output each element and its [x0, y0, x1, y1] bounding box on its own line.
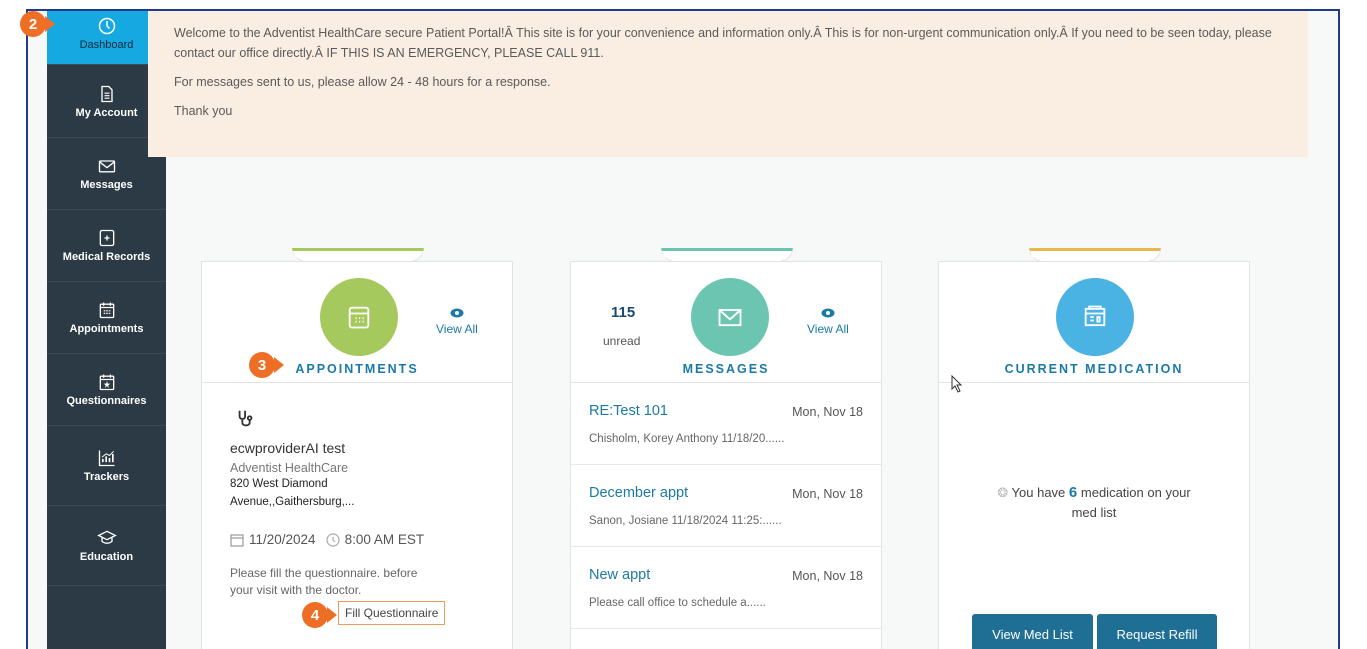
- appointment-note-line2: your visit with the doctor.: [230, 583, 362, 597]
- card-divider: [202, 382, 512, 383]
- sidebar-item-questionnaires[interactable]: Questionnaires: [47, 354, 166, 426]
- callout-arrow: [327, 607, 337, 623]
- welcome-banner: Welcome to the Adventist HealthCare secu…: [148, 11, 1308, 157]
- appointment-time: 8:00 AM EST: [344, 532, 425, 547]
- calendar-icon: [348, 306, 370, 329]
- chart-icon: [98, 450, 114, 467]
- sidebar-item-trackers[interactable]: Trackers: [47, 426, 166, 506]
- sidebar-item-label: Dashboard: [79, 39, 134, 51]
- mouse-cursor-icon: [951, 375, 963, 393]
- callout-badge-2: 2: [20, 11, 46, 37]
- sidebar-item-medical-records[interactable]: Medical Records: [47, 210, 166, 282]
- medication-text-after-line2: med list: [1071, 505, 1117, 520]
- dashboard-icon: [98, 17, 115, 35]
- eye-icon: [450, 308, 464, 318]
- card-tab: [292, 248, 424, 262]
- messages-card: 115 unread View All MESSAGES RE:Test 101…: [570, 248, 882, 649]
- view-all-label: View All: [436, 322, 478, 336]
- provider-org: Adventist HealthCare: [230, 461, 349, 475]
- view-all-label: View All: [807, 322, 849, 336]
- document-icon: [100, 85, 113, 103]
- unread-count: 115: [611, 304, 636, 321]
- medication-count: 6: [1068, 484, 1078, 501]
- envelope-icon: [98, 160, 115, 173]
- message-list-item[interactable]: December appt Mon, Nov 18 Sanon, Josiane…: [571, 465, 881, 547]
- appointment-note-line1: Please fill the questionnaire. before: [230, 566, 418, 580]
- envelope-icon: [718, 309, 742, 327]
- message-date: Mon, Nov 18: [792, 487, 863, 501]
- medication-circle: [1056, 278, 1134, 356]
- message-preview: Chisholm, Korey Anthony 11/18/20......: [589, 433, 785, 445]
- pharmacy-icon: [1084, 305, 1106, 327]
- message-date: Mon, Nov 18: [792, 569, 863, 583]
- sidebar-item-label: My Account: [75, 107, 138, 119]
- medication-summary: ❂ You have 6 medication on your med list: [939, 483, 1249, 523]
- calendar-small-icon: [230, 533, 244, 547]
- provider-name: ecwproviderAI test: [230, 440, 346, 456]
- medication-card: CURRENT MEDICATION ❂ You have 6 medicati…: [938, 248, 1250, 649]
- banner-welcome-text: Welcome to the Adventist HealthCare secu…: [174, 26, 1272, 60]
- eye-icon: [821, 308, 835, 318]
- fill-questionnaire-button[interactable]: Fill Questionnaire: [338, 601, 446, 625]
- message-subject: RE:Test 101: [589, 403, 668, 419]
- medication-text-before: You have: [1011, 485, 1066, 500]
- message-preview: Sanon, Josiane 11/18/2024 11:25:......: [589, 515, 782, 527]
- sidebar-item-education[interactable]: Education: [47, 506, 166, 586]
- provider-address-line2: Avenue,,Gaithersburg,...: [230, 496, 355, 508]
- appointments-card: View All APPOINTMENTS ecwproviderAI test…: [201, 248, 513, 649]
- messages-view-all-link[interactable]: View All: [807, 308, 849, 336]
- sidebar-item-appointments[interactable]: Appointments: [47, 282, 166, 354]
- sidebar-item-label: Medical Records: [62, 251, 151, 263]
- sidebar-item-label: Appointments: [69, 323, 144, 335]
- message-subject: December appt: [589, 485, 689, 501]
- message-preview: Please call office to schedule a......: [589, 597, 766, 609]
- appointments-view-all-link[interactable]: View All: [436, 308, 478, 336]
- medication-title: CURRENT MEDICATION: [1004, 362, 1184, 376]
- message-subject: New appt: [589, 567, 651, 583]
- message-list-item[interactable]: RE:Test 101 Mon, Nov 18 Chisholm, Korey …: [571, 383, 881, 465]
- callout-badge-3: 3: [249, 352, 275, 378]
- request-refill-button[interactable]: Request Refill: [1097, 614, 1217, 649]
- scrollbar-track[interactable]: [1339, 11, 1340, 201]
- appointments-circle: [320, 278, 398, 356]
- stethoscope-icon: [238, 410, 253, 427]
- callout-badge-4: 4: [302, 602, 328, 628]
- unread-label: unread: [603, 334, 641, 348]
- medical-record-icon: [99, 229, 114, 247]
- clock-icon: [325, 532, 340, 547]
- card-tab: [661, 248, 793, 262]
- banner-response-text: For messages sent to us, please allow 24…: [174, 75, 551, 89]
- message-list-item[interactable]: New appt Mon, Nov 18 Please call office …: [571, 547, 881, 629]
- card-tab: [1029, 248, 1161, 262]
- appointment-datetime: 11/20/2024 8:00 AM EST: [230, 532, 424, 547]
- callout-arrow: [45, 16, 55, 32]
- graduation-cap-icon: [96, 530, 117, 544]
- messages-circle: [691, 278, 769, 356]
- messages-title: MESSAGES: [682, 362, 770, 376]
- view-med-list-button[interactable]: View Med List: [972, 614, 1093, 649]
- calendar-icon: [99, 302, 114, 319]
- callout-arrow: [274, 357, 284, 373]
- banner-thanks-text: Thank you: [174, 104, 233, 118]
- sidebar-item-label: Messages: [80, 179, 133, 191]
- provider-address-line1: 820 West Diamond: [230, 478, 328, 490]
- pill-icon: ❂: [997, 485, 1009, 500]
- sidebar-item-label: Trackers: [83, 471, 130, 483]
- sidebar-item-label: Questionnaires: [66, 395, 147, 407]
- sidebar-item-label: Education: [79, 551, 134, 563]
- medication-text-after: medication on your: [1080, 485, 1191, 500]
- message-date: Mon, Nov 18: [792, 405, 863, 419]
- calendar-star-icon: [99, 374, 114, 391]
- appointment-date: 11/20/2024: [249, 532, 316, 547]
- portal-frame: Dashboard My Account Messages Medical Re…: [26, 9, 1340, 649]
- card-divider: [939, 382, 1249, 383]
